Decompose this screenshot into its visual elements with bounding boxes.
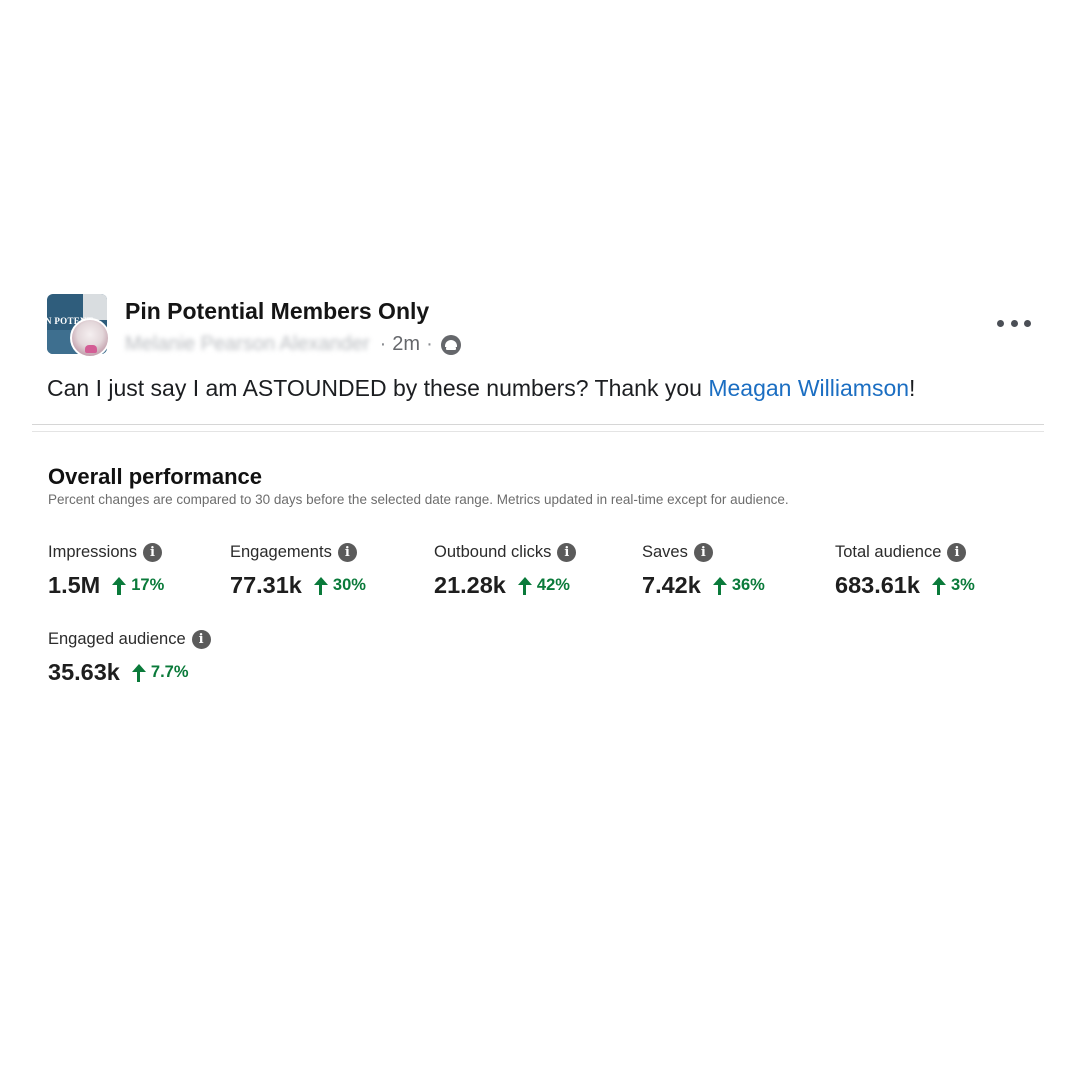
metric-impressions: Impressions i 1.5M 17%: [48, 543, 164, 599]
post-body: Can I just say I am ASTOUNDED by these n…: [47, 375, 915, 402]
performance-subtitle: Percent changes are compared to 30 days …: [48, 492, 789, 507]
metric-value: 7.42k: [642, 572, 701, 598]
metric-label: Impressions: [48, 543, 137, 561]
post-timestamp[interactable]: 2m: [392, 333, 420, 356]
more-options-icon[interactable]: [997, 313, 1031, 333]
divider: [32, 424, 1044, 425]
metric-change: 36%: [731, 576, 765, 594]
metric-saves: Saves i 7.42k 36%: [642, 543, 765, 599]
arrow-up-icon: [313, 576, 328, 595]
metric-change: 7.7%: [150, 663, 189, 681]
metric-change: 3%: [950, 576, 975, 594]
info-icon[interactable]: i: [337, 543, 357, 562]
metric-value: 1.5M: [48, 572, 101, 598]
info-icon[interactable]: i: [693, 543, 713, 562]
metric-change: 30%: [332, 576, 366, 594]
metric-change: 17%: [131, 576, 165, 594]
info-icon[interactable]: i: [947, 543, 967, 562]
arrow-up-icon: [517, 576, 532, 595]
meta-separator: ·: [426, 333, 433, 355]
metric-value: 77.31k: [230, 572, 302, 598]
arrow-up-icon: [112, 576, 127, 595]
arrow-up-icon: [931, 576, 946, 595]
divider: [32, 431, 1044, 432]
info-icon[interactable]: i: [142, 543, 162, 562]
metric-change: 42%: [536, 576, 570, 594]
metric-total-audience: Total audience i 683.61k 3%: [835, 543, 975, 599]
info-icon[interactable]: i: [557, 543, 577, 562]
metric-value: 21.28k: [434, 572, 506, 598]
author-avatar[interactable]: [70, 318, 110, 358]
metric-label: Total audience: [835, 543, 942, 561]
group-name-link[interactable]: Pin Potential Members Only: [125, 298, 429, 325]
post-meta: Melanie Pearson Alexander · 2m ·: [125, 333, 461, 356]
arrow-up-icon: [131, 663, 146, 682]
group-post: N POTENT Pin Potential Members Only Mela…: [0, 0, 1080, 1080]
info-icon[interactable]: i: [191, 630, 211, 649]
metric-label: Engagements: [230, 543, 332, 561]
meta-separator: ·: [379, 333, 387, 355]
group-audience-icon[interactable]: [440, 334, 461, 355]
metric-engagements: Engagements i 77.31k 30%: [230, 543, 366, 599]
performance-title: Overall performance: [48, 464, 262, 489]
post-text-after: !: [909, 375, 916, 401]
metric-engaged-audience: Engaged audience i 35.63k 7.7%: [48, 630, 211, 686]
author-name-link[interactable]: Melanie Pearson Alexander: [125, 333, 370, 356]
metric-value: 35.63k: [48, 659, 120, 685]
metric-label: Outbound clicks: [434, 543, 552, 561]
metric-outbound-clicks: Outbound clicks i 21.28k 42%: [434, 543, 577, 599]
post-text-before: Can I just say I am ASTOUNDED by these n…: [47, 375, 709, 401]
metric-label: Saves: [642, 543, 688, 561]
arrow-up-icon: [712, 576, 727, 595]
metric-value: 683.61k: [835, 572, 920, 598]
mention-link[interactable]: Meagan Williamson: [708, 375, 909, 401]
metric-label: Engaged audience: [48, 630, 186, 648]
